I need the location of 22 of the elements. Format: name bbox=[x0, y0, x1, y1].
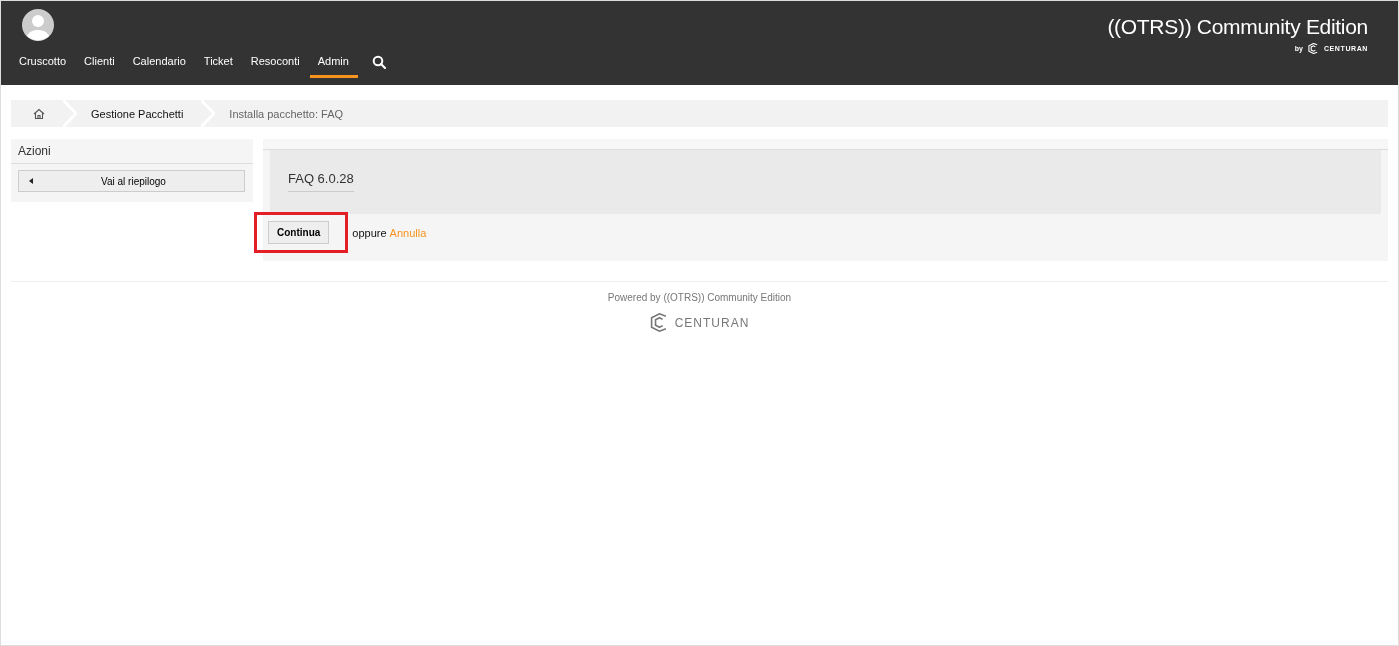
nav-tab[interactable]: Calendario bbox=[132, 51, 186, 78]
or-text: oppure bbox=[352, 226, 387, 239]
caret-icon bbox=[29, 178, 33, 184]
brand-mark-icon bbox=[1307, 43, 1319, 54]
nav-tab[interactable]: Ticket bbox=[203, 51, 233, 78]
powered-by-text: Powered by ((OTRS)) Community Edition bbox=[607, 292, 792, 303]
package-title: FAQ 6.0.28 bbox=[288, 150, 354, 192]
breadcrumb-link[interactable]: Gestione Pacchetti bbox=[91, 107, 184, 120]
avatar-icon[interactable] bbox=[22, 9, 54, 41]
search-icon[interactable] bbox=[371, 54, 386, 69]
brand-text: CENTURAN bbox=[674, 315, 750, 330]
logo-text: ((OTRS)) Community Edition bbox=[1107, 15, 1368, 39]
nav-tab[interactable]: Admin bbox=[309, 51, 358, 78]
home-icon[interactable] bbox=[33, 107, 45, 120]
nav-tab[interactable]: Cruscotto bbox=[19, 51, 67, 78]
panel-title: Azioni bbox=[11, 139, 253, 164]
nav-tab[interactable]: Resoconti bbox=[250, 51, 300, 78]
breadcrumb-current: Installa pacchetto: FAQ bbox=[229, 107, 344, 120]
overview-button[interactable]: Vai al riepilogo bbox=[18, 170, 245, 192]
brand-mark-icon bbox=[649, 313, 669, 332]
continue-button[interactable]: Continua bbox=[268, 221, 330, 244]
nav-tab[interactable]: Clienti bbox=[84, 51, 115, 78]
